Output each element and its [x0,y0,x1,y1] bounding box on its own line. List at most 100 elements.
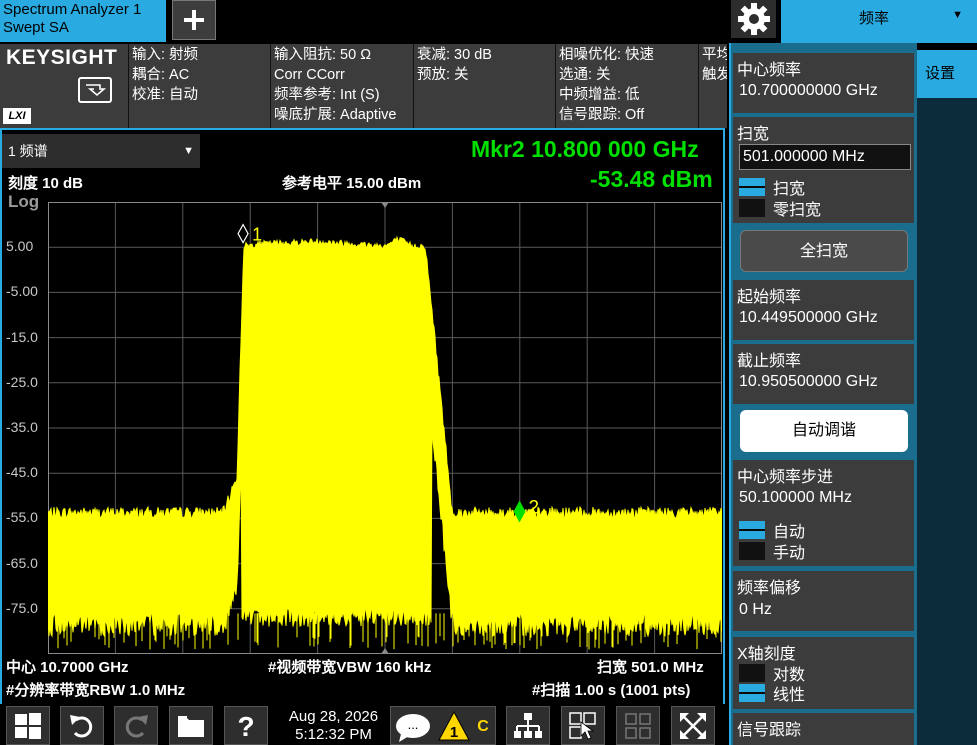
freq-offset-title: 频率偏移 [737,580,802,597]
info-line: 耦合: AC [132,67,190,83]
windows-icon [15,712,41,739]
marker-frequency: Mkr2 10.800 000 GHz [471,136,699,162]
trace-selector[interactable]: 1 频谱 ▼ [2,134,200,168]
auto-tune-button[interactable]: 自动调谐 [740,410,908,452]
network-icon [514,712,542,738]
x-scale-linear-label: 线性 [773,687,806,704]
phase-noise-settings[interactable]: 相噪优化: 快速 选通: 关 中频增益: 低 信号跟踪: Off [555,44,698,128]
ref-level-label: 参考电平 15.00 dBm [282,175,422,192]
start-freq-value: 10.449500000 GHz [739,309,878,326]
touch-button[interactable] [561,706,605,745]
x-scale-log-radio[interactable] [739,664,765,682]
add-tab-button[interactable] [172,0,216,40]
info-line: 噪底扩展: Adaptive [274,107,397,123]
maximize-button[interactable] [671,706,715,745]
signal-tracking-key[interactable]: 信号跟踪 [733,713,914,745]
lxi-logo: LXI [3,108,31,124]
info-line: 信号跟踪: Off [559,107,645,123]
attenuation-settings[interactable]: 衰减: 30 dB 预放: 关 [413,44,555,128]
info-line: 衰减: 30 dB [417,47,492,63]
trigger-settings[interactable]: 平均 触发 [698,44,727,128]
chevron-down-icon: ▼ [183,145,194,157]
y-tick-label: -75.0 [6,599,38,616]
menu-dropdown[interactable]: 频率 ▼ [781,0,977,43]
x-scale-linear-radio[interactable] [739,684,765,702]
start-freq-key[interactable]: 起始频率 10.449500000 GHz [733,280,914,340]
stop-freq-key[interactable]: 截止频率 10.950500000 GHz [733,344,914,404]
info-line: 触发 [702,67,727,83]
center-top-tick [381,202,389,208]
spectrum-plot[interactable]: 12 [48,202,722,654]
y-tick-label: -5.00 [6,283,38,300]
touch-icon [569,711,596,739]
y-tick-label: -25.0 [6,373,38,390]
center-freq-value: 10.700000000 GHz [739,82,878,99]
redo-icon [125,714,148,737]
span-label: 扫宽 501.0 MHz [597,659,704,676]
chevron-down-icon: ▼ [952,9,963,21]
signal-tracking-title: 信号跟踪 [737,722,802,739]
messages-button[interactable]: ... 1 C [390,706,496,745]
undo-button[interactable] [60,706,104,745]
marker-1-label: 1 [252,225,262,245]
span-key[interactable]: 扫宽 501.000000 MHz 扫宽 零扫宽 [733,117,914,223]
center-bottom-tick [381,648,389,654]
scale-label: 刻度 10 dB [8,175,84,192]
stop-freq-value: 10.950500000 GHz [739,373,878,390]
multi-window-button[interactable] [616,706,660,745]
side-strip [917,98,977,745]
trace-selector-label: 1 频谱 [8,143,48,159]
cf-step-title: 中心频率步进 [737,469,834,486]
help-button[interactable]: ? [224,706,268,745]
impedance-settings[interactable]: 输入阻抗: 50 Ω Corr CCorr 频率参考: Int (S) 噪底扩展… [270,44,413,128]
info-line: 输入: 射频 [132,47,199,63]
alert-count: 1 [450,724,458,741]
freq-offset-key[interactable]: 频率偏移 0 Hz [733,571,914,631]
y-tick-label: -35.0 [6,419,38,435]
span-title: 扫宽 [737,126,770,143]
span-input[interactable]: 501.000000 MHz [739,144,911,170]
remote-display-icon[interactable] [78,77,112,103]
alert-flag: C [477,718,489,735]
gear-icon [737,3,770,35]
cf-step-manual-radio[interactable] [739,542,765,560]
y-tick-label: -45.0 [6,464,38,481]
log-scale-label: Log [8,192,40,211]
settings-button[interactable] [731,0,776,38]
cf-step-auto-radio[interactable] [739,521,765,539]
info-line: 频率参考: Int (S) [274,87,380,103]
info-line: Corr CCorr [274,67,345,83]
stop-freq-title: 截止频率 [737,353,802,370]
info-line: 相噪优化: 快速 [559,47,655,63]
info-line: 中频增益: 低 [559,87,640,103]
zero-span-radio[interactable] [739,199,765,217]
y-tick-label: -65.0 [6,554,38,571]
x-scale-key[interactable]: X轴刻度 对数 线性 [733,637,914,709]
cf-step-key[interactable]: 中心频率步进 50.100000 MHz 自动 手动 [733,460,914,566]
cf-step-value: 50.100000 MHz [739,489,852,506]
window-layout-button[interactable] [506,706,550,745]
date-time: Aug 28, 2026 5:12:32 PM [276,708,391,744]
full-span-button[interactable]: 全扫宽 [740,230,908,272]
input-settings[interactable]: 输入: 射频 耦合: AC 校准: 自动 [128,44,270,128]
marker-amplitude: -53.48 dBm [590,166,713,192]
redo-button[interactable] [114,706,158,745]
sweep-label: #扫描 1.00 s (1001 pts) [532,682,691,699]
y-tick-label: -55.0 [6,509,38,526]
analyzer-mode: Swept SA [3,19,69,36]
center-freq-label: 中心 10.7000 GHz [6,659,129,676]
trace-1 [48,235,722,638]
windows-start-button[interactable] [6,706,50,745]
file-button[interactable] [169,706,213,745]
svg-text:?: ? [237,711,254,742]
center-freq-key[interactable]: 中心频率 10.700000000 GHz [733,53,914,113]
expand-icon [680,712,706,739]
marker-1-diamond [237,223,249,244]
tab-setup[interactable]: 设置 [917,50,977,98]
freq-offset-value: 0 Hz [739,601,772,618]
folder-icon [178,715,204,737]
analyzer-tab[interactable]: Spectrum Analyzer 1 Swept SA [0,0,166,42]
time-text: 5:12:32 PM [295,726,372,743]
span-radio-on[interactable] [739,178,765,196]
rbw-label: #分辨率带宽RBW 1.0 MHz [6,682,186,699]
